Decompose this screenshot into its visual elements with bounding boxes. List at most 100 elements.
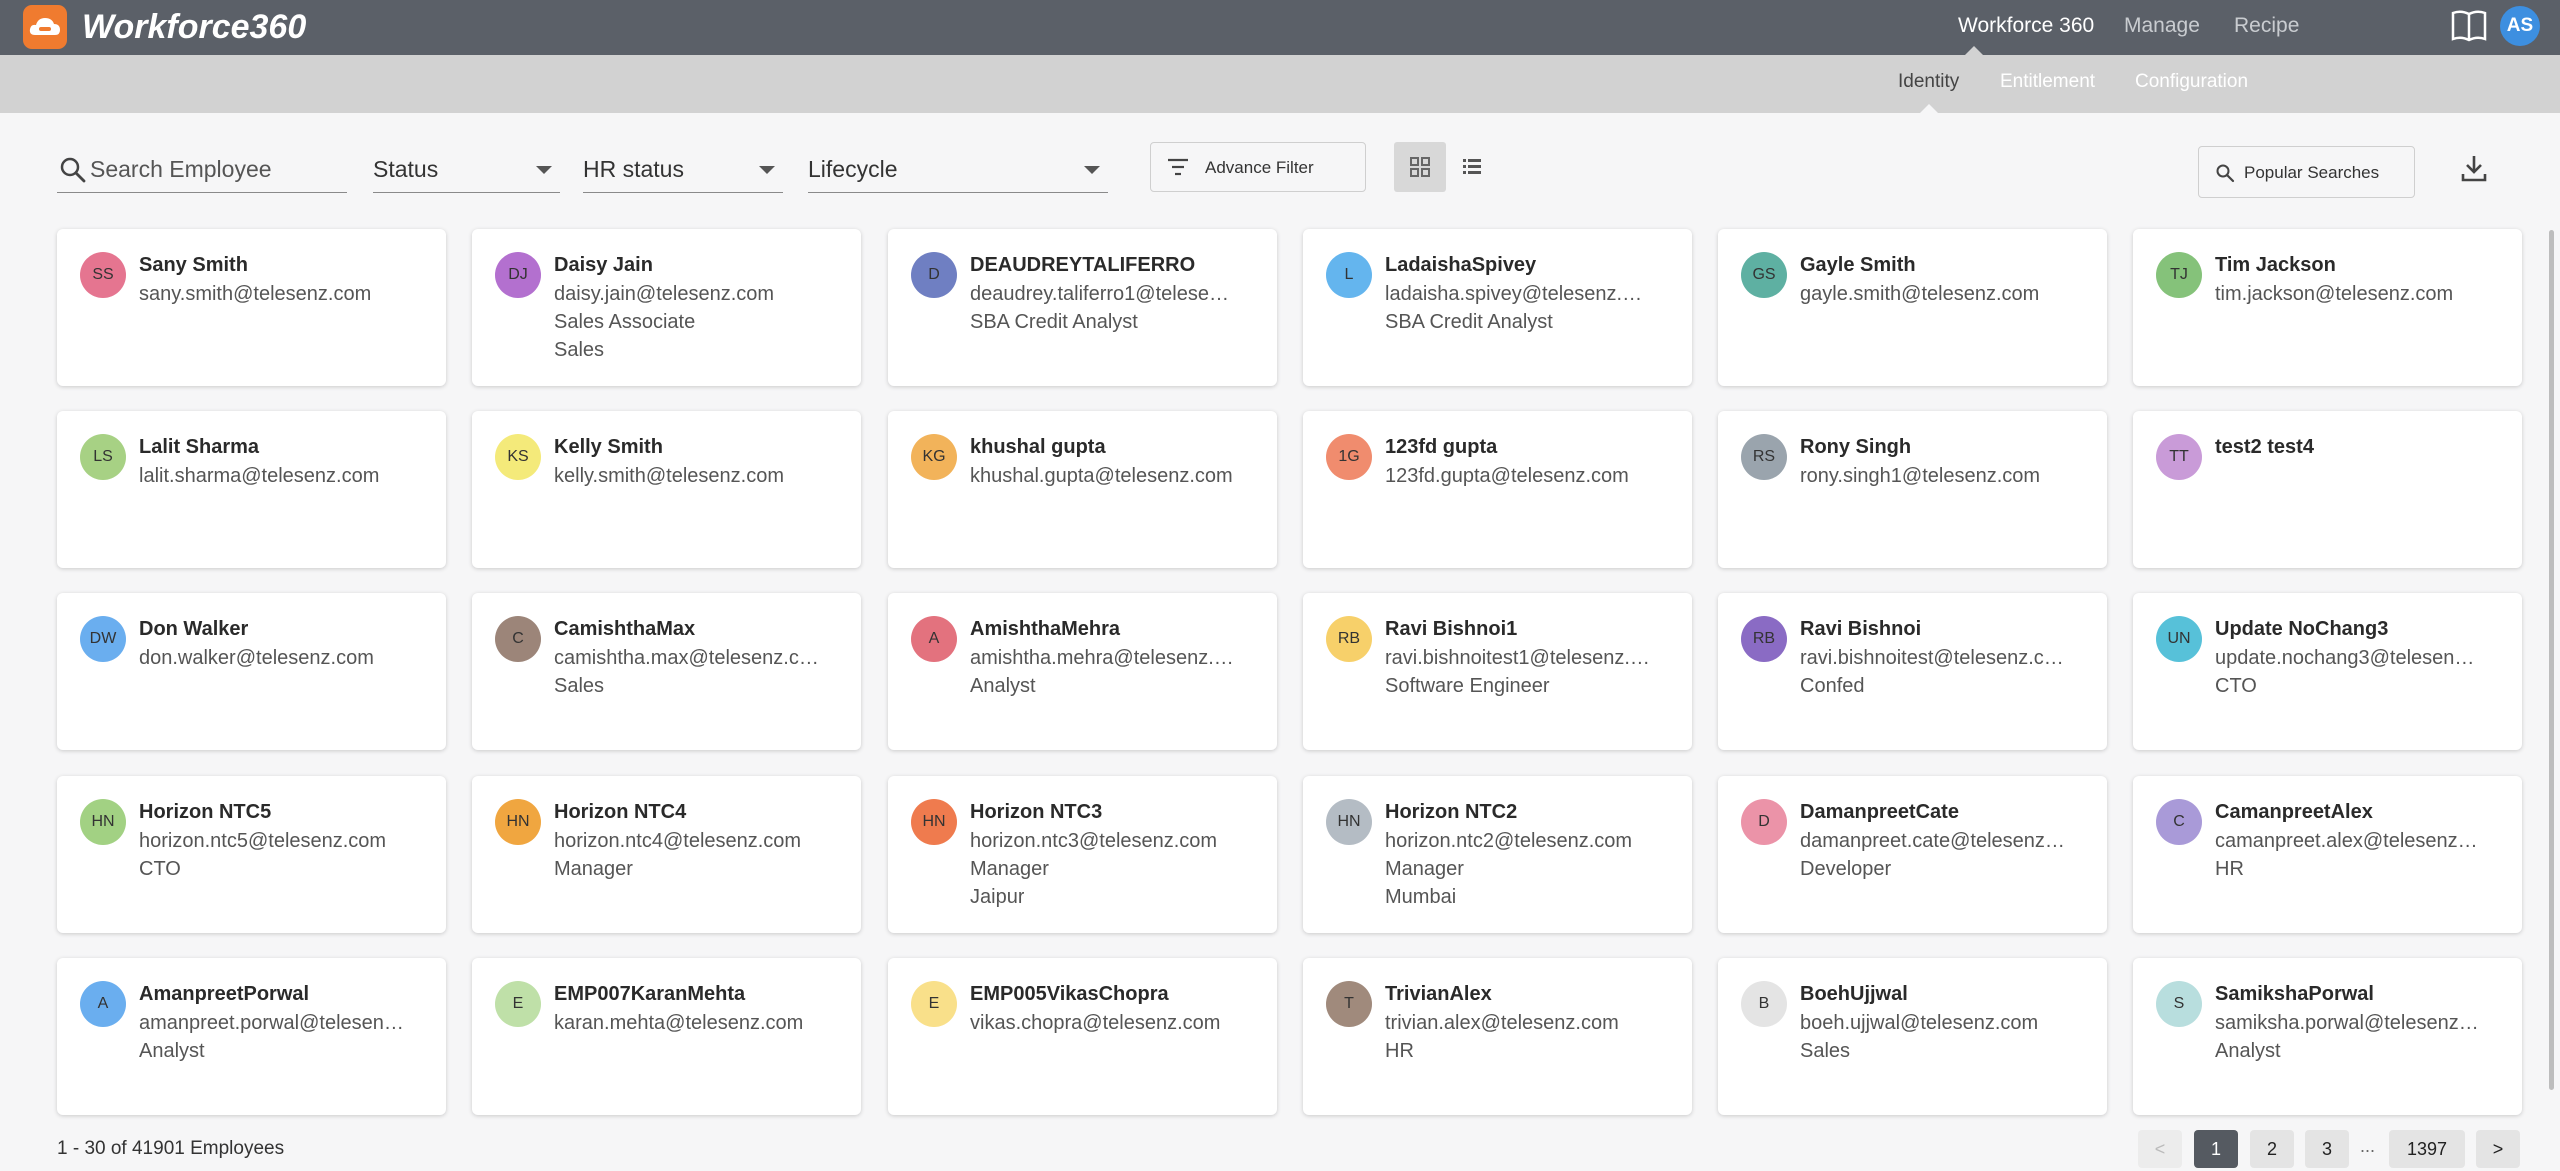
book-icon[interactable] <box>2450 9 2488 43</box>
employee-email: ravi.bishnoitest1@telesenz.com <box>1385 647 1650 669</box>
employee-card[interactable]: 1G 123fd gupta 123fd.gupta@telesenz.com <box>1303 411 1692 568</box>
popular-searches-button[interactable]: Popular Searches <box>2198 146 2415 198</box>
employee-detail: Analyst <box>2215 1040 2281 1062</box>
employee-card[interactable]: TJ Tim Jackson tim.jackson@telesenz.com <box>2133 229 2522 386</box>
employee-avatar: D <box>911 252 957 298</box>
employee-email: camanpreet.alex@telesenz.com <box>2215 830 2480 852</box>
employee-card[interactable]: D DEAUDREYTALIFERRO deaudrey.taliferro1@te… <box>888 229 1277 386</box>
page-3-button[interactable]: 3 <box>2305 1130 2349 1168</box>
employee-card[interactable]: T TrivianAlex trivian.alex@telesenz.com HR <box>1303 958 1692 1115</box>
lifecycle-select[interactable]: Lifecycle <box>808 150 1108 193</box>
employee-detail: Software Engineer <box>1385 675 1550 697</box>
nav-recipe[interactable]: Recipe <box>2234 14 2299 38</box>
employee-name: Tim Jackson <box>2215 254 2336 276</box>
user-avatar[interactable]: AS <box>2500 6 2540 46</box>
employee-card[interactable]: DW Don Walker don.walker@telesenz.com <box>57 593 446 750</box>
employee-avatar: 1G <box>1326 434 1372 480</box>
employee-card[interactable]: HN Horizon NTC2 horizon.ntc2@telesenz.com M… <box>1303 776 1692 933</box>
employee-card[interactable]: E EMP007KaranMehta karan.mehta@telesenz.co… <box>472 958 861 1115</box>
employee-email: trivian.alex@telesenz.com <box>1385 1012 1619 1034</box>
employee-card[interactable]: LS Lalit Sharma lalit.sharma@telesenz.com <box>57 411 446 568</box>
employee-detail: HR <box>2215 858 2244 880</box>
employee-card[interactable]: HN Horizon NTC3 horizon.ntc3@telesenz.com M… <box>888 776 1277 933</box>
employee-avatar: E <box>495 981 541 1027</box>
employee-card[interactable]: D DamanpreetCate damanpreet.cate@telesenz.… <box>1718 776 2107 933</box>
employee-card[interactable]: C CamanpreetAlex camanpreet.alex@telesenz.… <box>2133 776 2522 933</box>
employee-name: AmanpreetPorwal <box>139 983 310 1005</box>
hr-status-select[interactable]: HR status <box>583 150 783 193</box>
employee-email: camishtha.max@telesenz.com <box>554 647 819 669</box>
page-2-button[interactable]: 2 <box>2250 1130 2294 1168</box>
employee-name: CamanpreetAlex <box>2215 801 2373 823</box>
employee-avatar: T <box>1326 981 1372 1027</box>
employee-card[interactable]: GS Gayle Smith gayle.smith@telesenz.com <box>1718 229 2107 386</box>
employee-card[interactable]: B BoehUjjwal boeh.ujjwal@telesenz.com Sales <box>1718 958 2107 1115</box>
grid-view-button[interactable] <box>1394 142 1446 192</box>
list-view-button[interactable] <box>1446 142 1498 192</box>
tab-entitlement[interactable]: Entitlement <box>2000 71 2095 93</box>
employee-email: 123fd.gupta@telesenz.com <box>1385 465 1629 487</box>
page-1-button[interactable]: 1 <box>2194 1130 2238 1168</box>
search-input[interactable] <box>90 154 340 184</box>
employee-card[interactable]: C CamishthaMax camishtha.max@telesenz.com S… <box>472 593 861 750</box>
employee-detail: Sales <box>1800 1040 1851 1062</box>
next-page-button[interactable]: > <box>2476 1130 2520 1168</box>
employee-name: BoehUjjwal <box>1800 983 1908 1005</box>
employee-card[interactable]: A AmishthaMehra amishtha.mehra@telesenz.co… <box>888 593 1277 750</box>
nav-manage[interactable]: Manage <box>2124 14 2200 38</box>
active-tab-indicator <box>1920 104 1938 113</box>
employee-card[interactable]: TT test2 test4 <box>2133 411 2522 568</box>
employee-name: EMP007KaranMehta <box>554 983 746 1005</box>
top-bar: Workforce360 Workforce 360 Manage Recipe… <box>0 0 2560 55</box>
employee-email: sany.smith@telesenz.com <box>139 283 372 305</box>
employee-card[interactable]: E EMP005VikasChopra vikas.chopra@telesenz.… <box>888 958 1277 1115</box>
employee-avatar: S <box>2156 981 2202 1027</box>
employee-detail: Sales <box>554 675 605 697</box>
employee-card[interactable]: HN Horizon NTC4 horizon.ntc4@telesenz.com M… <box>472 776 861 933</box>
filter-icon <box>1168 158 1188 176</box>
employee-email: horizon.ntc3@telesenz.com <box>970 830 1218 852</box>
employee-avatar: B <box>1741 981 1787 1027</box>
employee-card[interactable]: A AmanpreetPorwal amanpreet.porwal@telesen… <box>57 958 446 1115</box>
app-logo[interactable] <box>23 5 67 49</box>
last-page-button[interactable]: 1397 <box>2389 1130 2465 1168</box>
employee-email: vikas.chopra@telesenz.com <box>970 1012 1221 1034</box>
employee-name: Horizon NTC5 <box>139 801 272 823</box>
employee-detail: Manager <box>970 858 1049 880</box>
employee-card[interactable]: SS Sany Smith sany.smith@telesenz.com <box>57 229 446 386</box>
advance-filter-button[interactable]: Advance Filter <box>1150 142 1366 192</box>
employee-detail: SBA Credit Analyst <box>970 311 1138 333</box>
employee-email: daisy.jain@telesenz.com <box>554 283 775 305</box>
employee-avatar: UN <box>2156 616 2202 662</box>
employee-name: Horizon NTC3 <box>970 801 1103 823</box>
employee-avatar: RB <box>1741 616 1787 662</box>
employee-avatar: GS <box>1741 252 1787 298</box>
employee-detail: Developer <box>1800 858 1892 880</box>
employee-name: 123fd gupta <box>1385 436 1498 458</box>
download-icon[interactable] <box>2460 153 2488 183</box>
employee-name: DamanpreetCate <box>1800 801 1959 823</box>
employee-detail: Manager <box>554 858 633 880</box>
tab-configuration[interactable]: Configuration <box>2135 71 2248 93</box>
employee-email: rony.singh1@telesenz.com <box>1800 465 2041 487</box>
employee-detail: Jaipur <box>970 886 1025 908</box>
employee-email: gayle.smith@telesenz.com <box>1800 283 2040 305</box>
employee-card[interactable]: UN Update NoChang3 update.nochang3@telesen… <box>2133 593 2522 750</box>
employee-card[interactable]: KG khushal gupta khushal.gupta@telesenz.co… <box>888 411 1277 568</box>
hr-status-select-label: HR status <box>583 156 684 182</box>
employee-card[interactable]: HN Horizon NTC5 horizon.ntc5@telesenz.com C… <box>57 776 446 933</box>
employee-card[interactable]: S SamikshaPorwal samiksha.porwal@telesenz.… <box>2133 958 2522 1115</box>
employee-name: Daisy Jain <box>554 254 653 276</box>
prev-page-button[interactable]: < <box>2138 1130 2182 1168</box>
tab-identity[interactable]: Identity <box>1898 71 1959 93</box>
nav-workforce-360[interactable]: Workforce 360 <box>1958 14 2094 38</box>
employee-card[interactable]: RB Ravi Bishnoi1 ravi.bishnoitest1@telesen… <box>1303 593 1692 750</box>
employee-card[interactable]: KS Kelly Smith kelly.smith@telesenz.com <box>472 411 861 568</box>
employee-name: AmishthaMehra <box>970 618 1121 640</box>
scrollbar-thumb[interactable] <box>2549 230 2554 1090</box>
employee-card[interactable]: DJ Daisy Jain daisy.jain@telesenz.com Sales… <box>472 229 861 386</box>
employee-card[interactable]: L LadaishaSpivey ladaisha.spivey@telesenz.… <box>1303 229 1692 386</box>
employee-card[interactable]: RS Rony Singh rony.singh1@telesenz.com <box>1718 411 2107 568</box>
employee-card[interactable]: RB Ravi Bishnoi ravi.bishnoitest@telesenz.… <box>1718 593 2107 750</box>
status-select[interactable]: Status <box>373 150 560 193</box>
